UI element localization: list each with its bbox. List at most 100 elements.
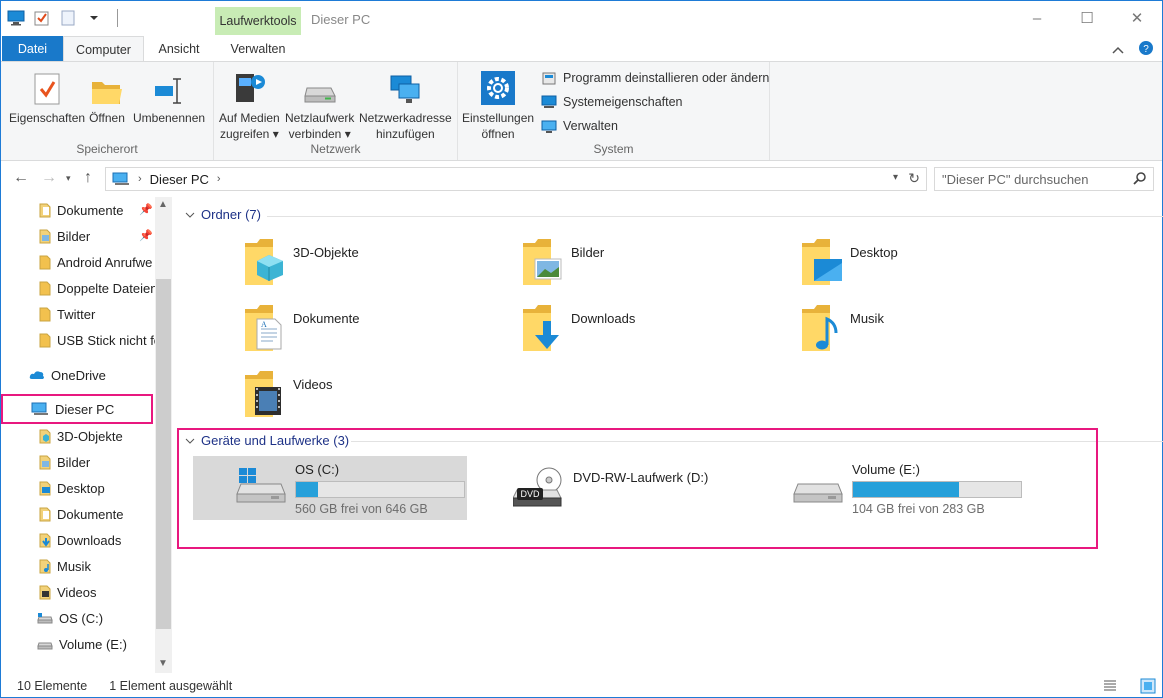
- folder-documents[interactable]: A Dokumente: [243, 303, 503, 363]
- access-media-button[interactable]: Auf Medien zugreifen ▾: [219, 68, 280, 142]
- tab-computer[interactable]: Computer: [63, 36, 144, 62]
- sidebar-item-label: Downloads: [57, 532, 122, 548]
- selection-count: 1 Element ausgewählt: [109, 679, 233, 693]
- manage-button[interactable]: Verwalten: [541, 118, 618, 134]
- drive-usage-bar: [295, 481, 465, 498]
- sidebar-item-duplicates[interactable]: Doppelte Dateien: [39, 275, 157, 301]
- forward-arrow-icon[interactable]: →: [41, 169, 57, 187]
- sidebar-item-desktop[interactable]: Desktop: [39, 475, 105, 501]
- folder-downloads[interactable]: Downloads: [521, 303, 781, 363]
- qat-dropdown-icon[interactable]: [85, 9, 103, 27]
- scrollbar-thumb[interactable]: [156, 279, 171, 629]
- breadcrumb-this-pc[interactable]: Dieser PC: [150, 172, 209, 187]
- sidebar-item-documents[interactable]: Dokumente: [39, 501, 123, 527]
- help-icon[interactable]: ?: [1138, 40, 1154, 59]
- sidebar-item-pictures[interactable]: Bilder: [39, 449, 90, 475]
- quick-access-toolbar: [7, 9, 118, 27]
- sidebar-item-label: OS (C:): [59, 610, 104, 626]
- address-bar[interactable]: › Dieser PC › ▾ ↻: [105, 167, 927, 191]
- collapse-chevron-icon[interactable]: [185, 211, 195, 219]
- pictures-folder-small-icon: [39, 455, 51, 470]
- breadcrumb-chevron-icon[interactable]: ›: [217, 173, 221, 185]
- group-label-location: Speicherort: [76, 142, 138, 156]
- drive-name: DVD-RW-Laufwerk (D:): [573, 470, 709, 485]
- map-drive-label-line1: Netzlaufwerk: [285, 111, 355, 125]
- search-box[interactable]: [934, 167, 1154, 191]
- folder-3d-objects[interactable]: 3D-Objekte: [243, 237, 503, 297]
- sidebar-item-videos[interactable]: Videos: [39, 579, 97, 605]
- add-network-location-button[interactable]: Netzwerkadresse hinzufügen: [359, 68, 452, 142]
- rename-label: Umbenennen: [133, 111, 206, 125]
- sidebar-item-twitter[interactable]: Twitter: [39, 301, 95, 327]
- videos-folder-icon: [243, 369, 285, 425]
- up-arrow-icon[interactable]: ↑: [84, 169, 92, 187]
- maximize-button[interactable]: ☐: [1062, 1, 1112, 35]
- title-bar: Laufwerktools Dieser PC – ☐ ✕: [1, 1, 1162, 37]
- minimize-button[interactable]: –: [1012, 1, 1062, 35]
- group-divider: [351, 441, 1163, 442]
- search-icon[interactable]: [1133, 171, 1147, 188]
- pin-icon[interactable]: 📌: [139, 229, 153, 242]
- sidebar-item-music[interactable]: Musik: [39, 553, 91, 579]
- sidebar-scrollbar[interactable]: ▲ ▼: [155, 197, 172, 673]
- sidebar-item-downloads[interactable]: Downloads: [39, 527, 121, 553]
- folder-desktop[interactable]: Desktop: [800, 237, 1060, 297]
- sidebar-item-documents-quick[interactable]: Dokumente 📌: [39, 197, 153, 223]
- folder-music[interactable]: Musik: [800, 303, 1060, 363]
- uninstall-program-button[interactable]: Programm deinstallieren oder ändern: [541, 70, 769, 86]
- scroll-down-icon[interactable]: ▼: [158, 658, 168, 669]
- add-location-label-line2: hinzufügen: [375, 127, 435, 141]
- sidebar-item-usb-stick[interactable]: USB Stick nicht fo: [39, 327, 161, 353]
- rename-button[interactable]: Umbenennen: [133, 68, 205, 126]
- drive-e[interactable]: Volume (E:) 104 GB frei von 283 GB: [750, 456, 1024, 520]
- navigation-pane: Dokumente 📌 Bilder 📌 Android Anrufwe Dop…: [1, 197, 172, 673]
- tab-manage[interactable]: Verwalten: [215, 36, 301, 62]
- refresh-icon[interactable]: ↻: [908, 170, 920, 187]
- sidebar-item-this-pc[interactable]: Dieser PC: [1, 394, 153, 424]
- sidebar-item-android[interactable]: Android Anrufwe: [39, 249, 152, 275]
- drives-group-header[interactable]: Geräte und Laufwerke (3): [185, 433, 349, 448]
- sidebar-item-3d-objects[interactable]: 3D-Objekte: [39, 423, 123, 449]
- back-arrow-icon[interactable]: ←: [13, 169, 29, 187]
- sidebar-item-pictures-quick[interactable]: Bilder 📌: [39, 223, 153, 249]
- properties-button[interactable]: Eigenschaften: [9, 68, 85, 126]
- sidebar-item-drive-c[interactable]: OS (C:): [37, 605, 103, 631]
- collapse-chevron-icon[interactable]: [185, 437, 195, 445]
- address-dropdown-icon[interactable]: ▾: [893, 172, 898, 183]
- drive-d[interactable]: DVD DVD-RW-Laufwerk (D:): [471, 456, 745, 520]
- tab-file[interactable]: Datei: [2, 36, 63, 62]
- sidebar-item-label: Android Anrufwe: [57, 254, 153, 270]
- new-folder-icon[interactable]: [59, 9, 77, 27]
- map-network-drive-button[interactable]: Netzlaufwerk verbinden ▾: [285, 68, 354, 142]
- sidebar-item-onedrive[interactable]: OneDrive: [29, 362, 106, 388]
- close-button[interactable]: ✕: [1112, 1, 1162, 35]
- large-icons-view-icon[interactable]: [1140, 678, 1156, 697]
- navigation-bar: ← → ▾ ↑ › Dieser PC › ▾ ↻: [1, 161, 1162, 197]
- search-input[interactable]: [942, 171, 1132, 187]
- system-properties-label: Systemeigenschaften: [563, 95, 683, 109]
- this-pc-icon: [31, 402, 48, 415]
- open-settings-button[interactable]: Einstellungen öffnen: [462, 68, 534, 142]
- folder-pictures[interactable]: Bilder: [521, 237, 781, 297]
- details-view-icon[interactable]: [1102, 678, 1118, 697]
- folder-name: Dokumente: [293, 311, 360, 326]
- system-properties-button[interactable]: Systemeigenschaften: [541, 94, 683, 110]
- folder-videos[interactable]: Videos: [243, 369, 503, 429]
- drive-free-space: 104 GB frei von 283 GB: [852, 502, 985, 516]
- sidebar-item-label: Videos: [57, 584, 97, 600]
- tab-view[interactable]: Ansicht: [148, 36, 210, 62]
- open-label: Öffnen: [89, 111, 125, 125]
- breadcrumb-chevron-icon[interactable]: ›: [138, 173, 142, 185]
- pin-icon[interactable]: 📌: [139, 203, 153, 216]
- collapse-ribbon-icon[interactable]: [1112, 42, 1124, 57]
- drive-c[interactable]: OS (C:) 560 GB frei von 646 GB: [193, 456, 467, 520]
- sidebar-item-drive-e[interactable]: Volume (E:): [37, 631, 127, 657]
- properties-icon[interactable]: [33, 9, 51, 27]
- folders-group-header[interactable]: Ordner (7): [185, 207, 261, 222]
- scroll-up-icon[interactable]: ▲: [158, 199, 168, 210]
- recent-locations-chevron-icon[interactable]: ▾: [66, 173, 71, 184]
- open-button[interactable]: Öffnen: [89, 68, 125, 126]
- manage-icon: [541, 120, 557, 133]
- sidebar-item-label: Dieser PC: [55, 401, 115, 417]
- sidebar-item-label: Desktop: [57, 480, 105, 496]
